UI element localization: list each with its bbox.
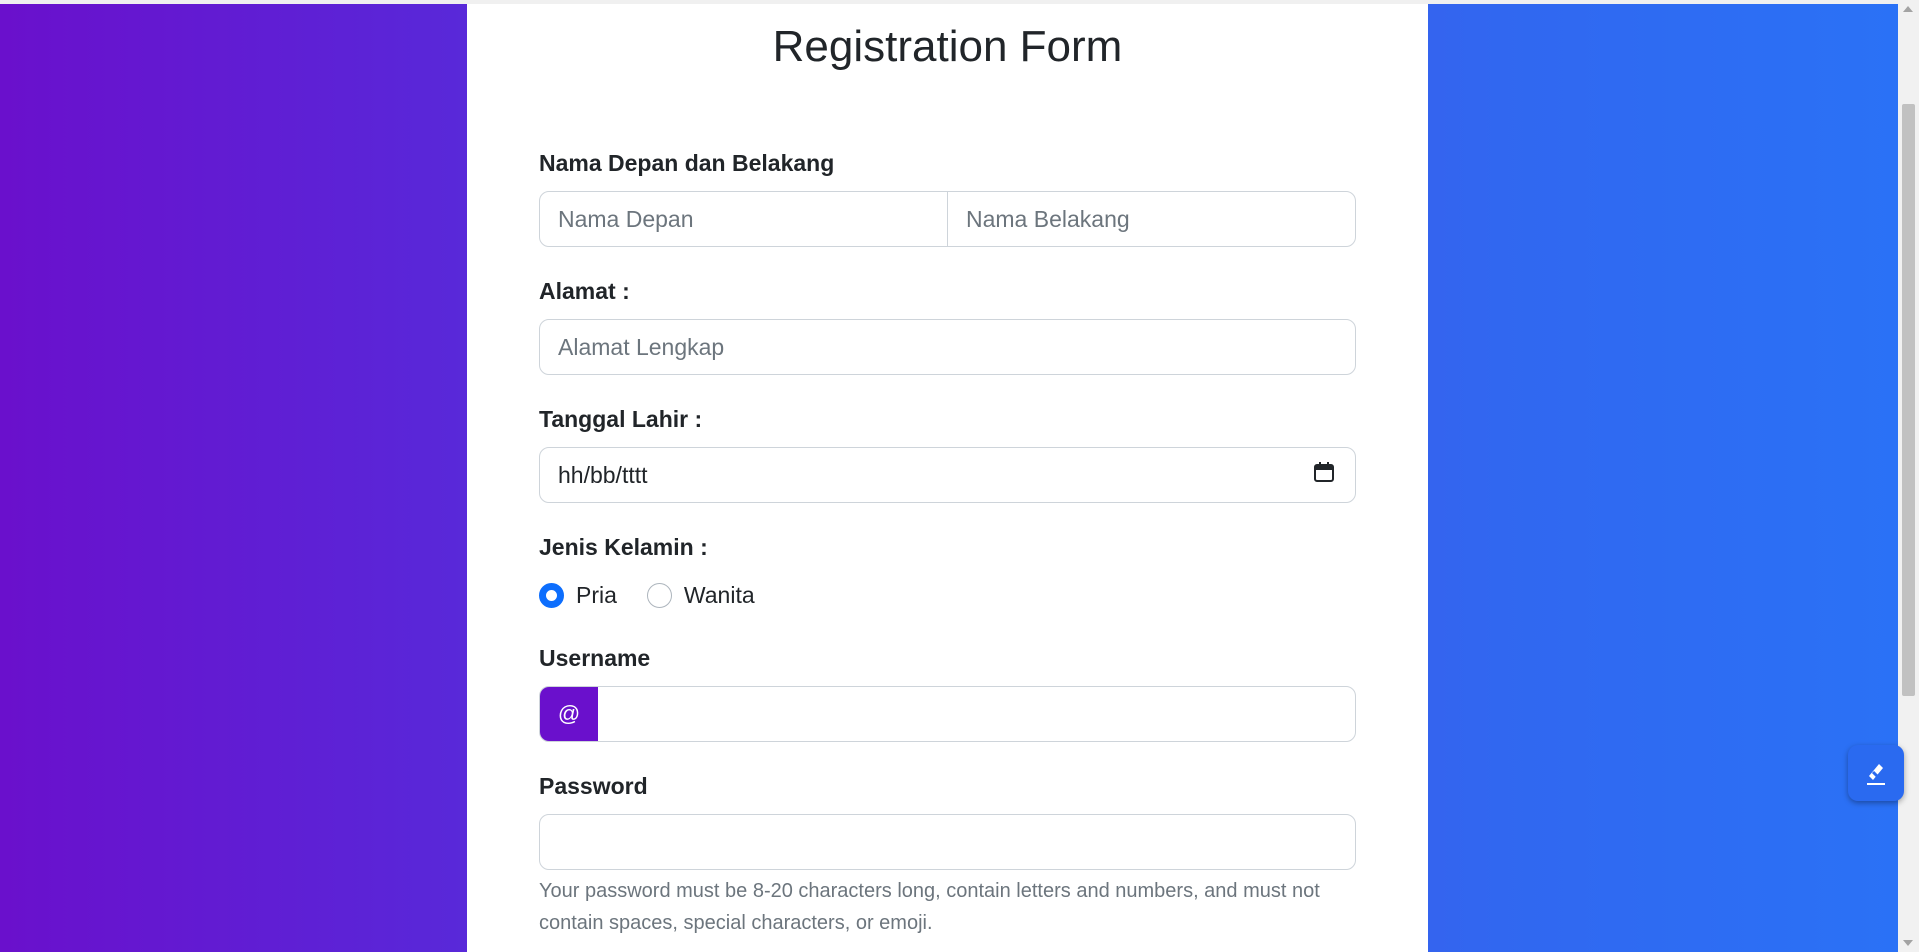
address-input[interactable]: Alamat Lengkap — [539, 319, 1356, 375]
page-scrollbar[interactable] — [1898, 0, 1919, 952]
birthdate-value: hh/bb/tttt — [558, 461, 648, 488]
gender-label: Jenis Kelamin : — [539, 534, 708, 560]
scrollbar-thumb[interactable] — [1902, 104, 1915, 696]
gender-radio-pria[interactable] — [539, 583, 564, 608]
registration-card: Registration Form Nama Depan dan Belakan… — [467, 4, 1428, 952]
name-input-group: Nama Depan Nama Belakang — [539, 191, 1356, 247]
birthdate-input[interactable]: hh/bb/tttt — [539, 447, 1356, 503]
birthdate-label: Tanggal Lahir : — [539, 406, 703, 432]
floating-action-button[interactable] — [1848, 745, 1904, 801]
scroll-down-icon[interactable] — [1903, 940, 1913, 946]
name-label: Nama Depan dan Belakang — [539, 150, 835, 176]
password-help-text: Your password must be 8-20 characters lo… — [539, 880, 1320, 934]
page-title: Registration Form — [772, 22, 1123, 71]
password-label: Password — [539, 773, 648, 799]
scroll-up-icon[interactable] — [1903, 6, 1913, 12]
pencil-bolt-icon — [1867, 764, 1885, 785]
username-label: Username — [539, 645, 651, 671]
first-name-input[interactable]: Nama Depan — [540, 192, 947, 246]
password-input[interactable] — [539, 814, 1356, 870]
gender-radio-group: Pria Wanita — [539, 582, 785, 609]
username-input-group: @ — [539, 686, 1356, 742]
username-prefix: @ — [540, 687, 598, 741]
address-label: Alamat : — [539, 278, 630, 304]
gender-label-wanita: Wanita — [683, 582, 755, 608]
gender-radio-wanita[interactable] — [646, 583, 672, 608]
gender-label-pria: Pria — [576, 582, 617, 608]
last-name-input[interactable]: Nama Belakang — [947, 192, 1355, 246]
calendar-icon[interactable] — [1313, 461, 1335, 489]
username-input[interactable] — [598, 687, 1355, 741]
